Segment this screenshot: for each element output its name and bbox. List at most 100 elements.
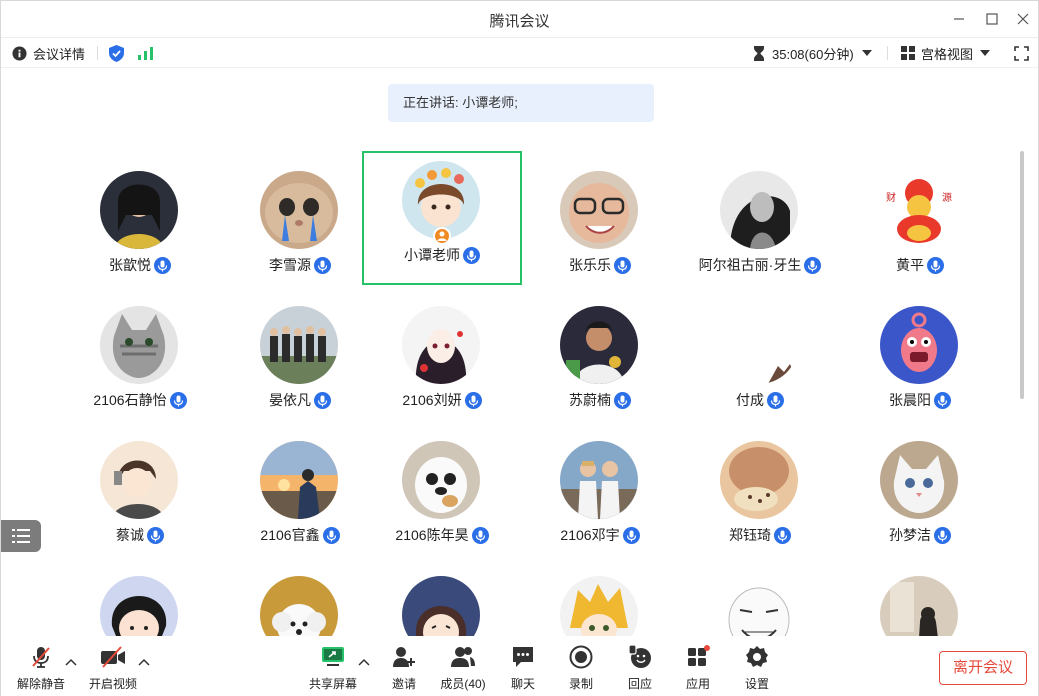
share-options-caret[interactable] (358, 657, 370, 667)
participant-name-row: 黄平 (820, 255, 1016, 275)
mic-status-icon (314, 391, 331, 409)
grid-scrollbar[interactable] (1020, 151, 1024, 399)
grid-view-icon (901, 46, 915, 60)
participant-tile[interactable]: 郑钰琦 (680, 421, 840, 555)
mic-status-icon (622, 526, 640, 544)
avatar (100, 306, 178, 384)
participant-tile[interactable] (362, 556, 522, 636)
svg-text:源: 源 (942, 191, 952, 204)
participant-tile[interactable]: 2106邓宇 (520, 421, 680, 555)
close-button[interactable] (1012, 9, 1034, 29)
participant-tile[interactable]: 张乐乐 (520, 151, 680, 285)
record-button[interactable]: 录制 (551, 643, 611, 693)
mic-status-icon (927, 256, 944, 274)
reaction-label: 回应 (627, 677, 652, 691)
participant-name-row: 孙梦洁 (820, 525, 1016, 545)
avatar (720, 576, 798, 636)
shield-icon (109, 44, 124, 62)
participant-tile[interactable]: 2106石静怡 (60, 286, 220, 420)
mic-status-icon (767, 391, 784, 409)
participant-tile[interactable]: 苏蔚楠 (520, 286, 680, 420)
video-options-caret[interactable] (138, 657, 150, 667)
mic-muted-icon (32, 647, 50, 668)
apps-button[interactable]: 应用 (668, 643, 728, 693)
members-icon (451, 647, 475, 667)
gear-icon (746, 646, 768, 667)
share-screen-button[interactable]: 共享屏幕 (303, 643, 363, 693)
chevron-down-icon (861, 50, 872, 56)
participant-name-row: 张晨阳 (820, 390, 1016, 410)
participant-tile[interactable]: 张歆悦 (60, 151, 220, 285)
unmute-button[interactable]: 解除静音 (11, 643, 71, 693)
participant-tile[interactable]: 2106陈年昊 (362, 421, 522, 555)
view-mode-label: 宫格视图 (921, 46, 974, 62)
settings-button[interactable]: 设置 (727, 643, 787, 693)
participant-name: 小谭老师 (404, 247, 460, 263)
avatar (260, 576, 338, 636)
share-screen-icon (322, 647, 344, 666)
avatar (260, 171, 338, 249)
mic-status-icon (471, 526, 489, 544)
mic-icon (317, 395, 328, 406)
participant-name: 孙梦洁 (889, 527, 931, 543)
network-status[interactable] (138, 44, 154, 62)
list-icon (12, 529, 30, 543)
info-icon (12, 45, 27, 61)
participant-name: 2106官鑫 (260, 527, 320, 543)
mic-icon (937, 530, 948, 541)
participant-tile[interactable]: 阿尔祖古丽·牙生 (680, 151, 840, 285)
view-mode-button[interactable]: 宫格视图 (901, 44, 991, 62)
participant-grid[interactable]: 张歆悦 李雪源 小谭老师 张乐乐 阿尔祖古丽·牙生财源黄平 2106石静怡 晏依凡 2106刘… (1, 141, 1016, 636)
record-icon (569, 645, 593, 669)
security-status[interactable] (109, 44, 124, 62)
participant-tile[interactable]: 蔡诚 (60, 421, 220, 555)
participant-tile[interactable]: 财源黄平 (840, 151, 1000, 285)
maximize-icon (986, 13, 998, 25)
mic-status-icon (804, 256, 822, 274)
maximize-button[interactable] (981, 9, 1003, 29)
reaction-button[interactable]: 回应 (610, 643, 670, 693)
unmute-label: 解除静音 (16, 677, 65, 691)
minimize-button[interactable] (948, 9, 970, 29)
participant-tile[interactable] (60, 556, 220, 636)
participant-tile[interactable]: 孙梦洁 (840, 421, 1000, 555)
mic-status-icon (614, 391, 631, 409)
sidebar-toggle-button[interactable] (1, 520, 41, 552)
reaction-icon (628, 645, 651, 668)
start-video-button[interactable]: 开启视频 (83, 643, 143, 693)
avatar (402, 306, 480, 384)
participant-tile[interactable]: 付成 (680, 286, 840, 420)
mic-status-icon (154, 256, 171, 274)
mic-icon (617, 395, 628, 406)
participant-name: 2106邓宇 (560, 527, 620, 543)
meeting-timer[interactable]: 35:08(60分钟) (753, 44, 872, 62)
members-button[interactable]: 成员(40) (433, 643, 493, 693)
participant-tile[interactable]: 小谭老师 (362, 151, 522, 285)
participant-name: 黄平 (896, 257, 924, 273)
participant-tile[interactable]: 张晨阳 (840, 286, 1000, 420)
mic-icon (617, 260, 628, 271)
bottom-toolbar: 解除静音 开启视频 共享屏幕 邀请 成员(40) 聊天 录制 回应 应用 设置 … (1, 637, 1038, 696)
chat-icon (513, 647, 533, 667)
audio-options-caret[interactable] (65, 657, 77, 667)
fullscreen-button[interactable] (1014, 44, 1029, 62)
participant-tile[interactable] (840, 556, 1000, 636)
camera-off-icon (101, 646, 125, 668)
mic-icon (317, 260, 328, 271)
leave-meeting-button[interactable]: 离开会议 (939, 651, 1027, 685)
members-label: 成员(40) (440, 677, 486, 691)
participant-tile[interactable] (520, 556, 680, 636)
invite-label: 邀请 (391, 677, 416, 691)
participant-name: 付成 (736, 392, 764, 408)
participant-tile[interactable] (680, 556, 840, 636)
participant-tile[interactable] (220, 556, 380, 636)
mic-icon (626, 530, 636, 541)
mic-status-icon (463, 246, 480, 264)
record-label: 录制 (568, 677, 593, 691)
meeting-details-button[interactable]: 会议详情 (12, 44, 85, 62)
chat-button[interactable]: 聊天 (493, 643, 553, 693)
signal-icon (138, 47, 153, 60)
invite-button[interactable]: 邀请 (374, 643, 434, 693)
participant-tile[interactable]: 2106刘妍 (362, 286, 522, 420)
avatar: 财源 (880, 171, 958, 249)
